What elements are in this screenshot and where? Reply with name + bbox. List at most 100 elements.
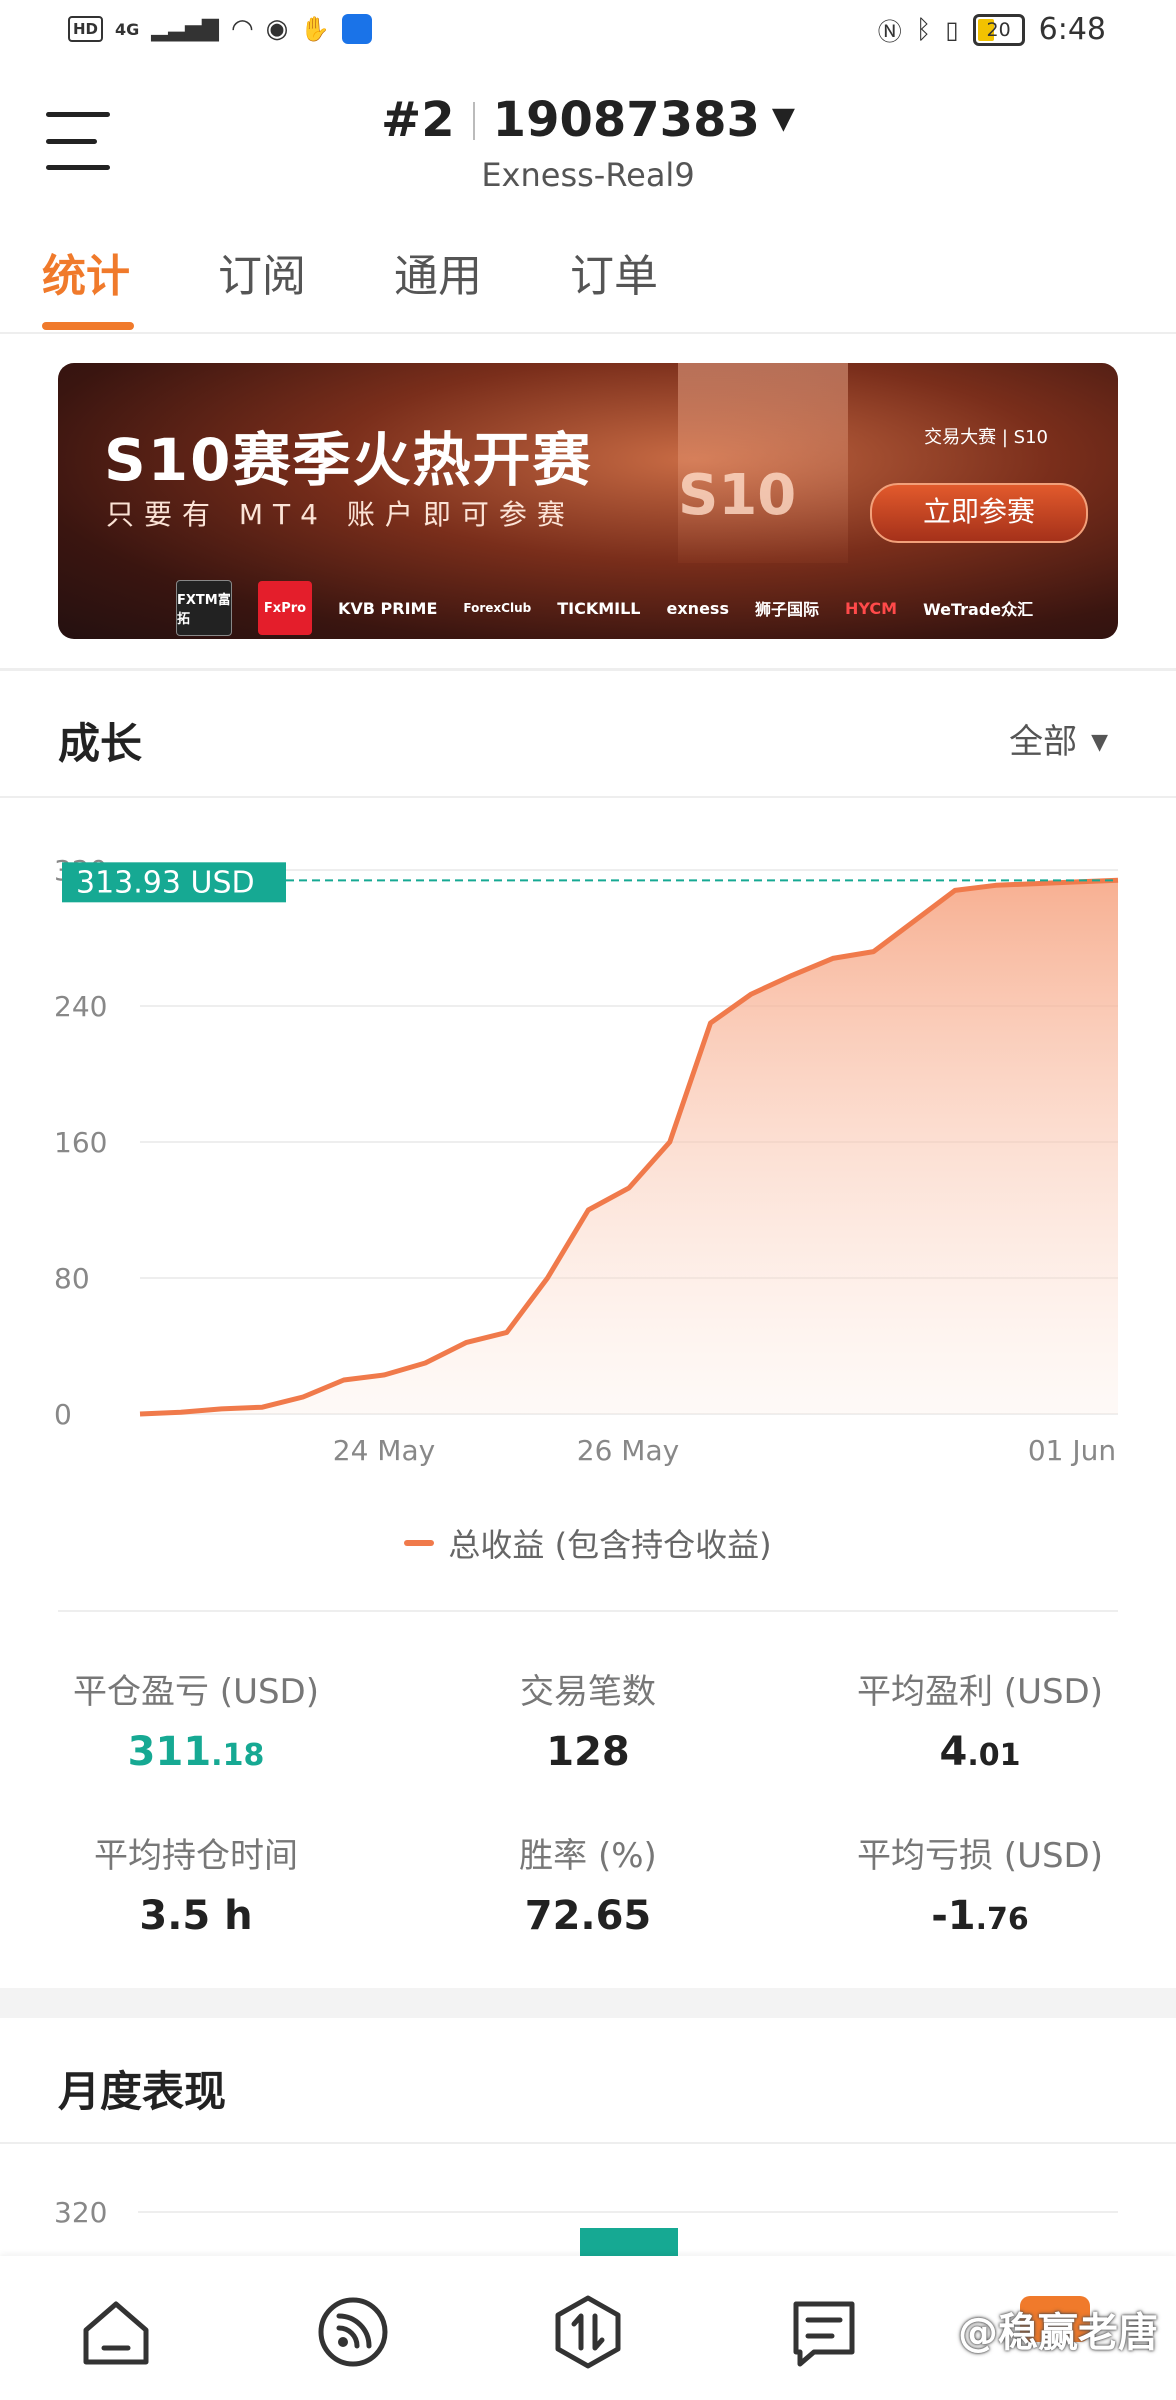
tab-orders[interactable]: 订单 [570, 240, 658, 304]
stat-label: 胜率 (%) [519, 1836, 657, 1876]
stat-cell: 平均持仓时间 3.5 h [0, 1828, 392, 1939]
tab-general[interactable]: 通用 [394, 240, 482, 304]
stat-value: 4.01 [784, 1729, 1176, 1775]
stat-value-int: 3.5 h [139, 1893, 253, 1939]
growth-title: 成长 [58, 719, 143, 768]
banner-subtitle: 只要有 MT4 账户即可参赛 [106, 498, 575, 531]
battery-icon: 20 [972, 13, 1025, 46]
watermark: @稳赢老唐 [958, 2310, 1158, 2356]
eye-icon: ◉ [265, 14, 289, 44]
section-divider [58, 1610, 1118, 1612]
stat-value: 72.65 [392, 1893, 784, 1939]
banner-title: S10赛季火热开赛 [104, 426, 593, 494]
app-notify-icon [342, 14, 373, 44]
stat-label: 平均亏损 (USD) [857, 1836, 1103, 1876]
banner-brand: 交易大赛 | S10 [924, 427, 1048, 448]
join-button[interactable]: 立即参赛 [870, 483, 1088, 543]
stat-value-dec: .01 [967, 1738, 1021, 1773]
wifi-icon: ◠ [230, 14, 254, 44]
series-area [140, 880, 1118, 1414]
bluetooth-icon: ᛒ [915, 14, 932, 45]
y-tick-label: 240 [54, 990, 107, 1023]
section-divider [0, 668, 1176, 671]
chevron-down-icon: ▼ [771, 101, 795, 136]
stat-cell: 交易笔数 128 [392, 1664, 784, 1775]
tab-stats[interactable]: 统计 [42, 240, 130, 304]
server-name: Exness-Real9 [481, 156, 695, 194]
stat-cell: 平仓盈亏 (USD) 311.18 [0, 1664, 392, 1775]
stat-cell: 平均盈利 (USD) 4.01 [784, 1664, 1176, 1775]
notes-icon[interactable] [784, 2292, 864, 2372]
network-indicator: 4G [115, 19, 140, 39]
monthly-title: 月度表现 [58, 2067, 227, 2116]
stat-label: 平仓盈亏 (USD) [73, 1672, 319, 1712]
x-tick-label: 26 May [577, 1434, 679, 1467]
sponsor-logo: FXTM富拓 [176, 580, 232, 636]
account-number: 19087383 [492, 92, 760, 148]
signal-icon[interactable] [313, 2292, 393, 2372]
stat-label: 平均盈利 (USD) [857, 1672, 1103, 1712]
stat-label: 平均持仓时间 [94, 1836, 298, 1876]
sponsor-strip: FXTM富拓 FxPro KVB PRIME ForexClub TICKMIL… [58, 577, 1118, 639]
sponsor-logo: ForexClub [463, 601, 532, 615]
home-icon[interactable] [76, 2292, 156, 2372]
status-left: HD 4G ▂▃▅▇ ◠ ◉ ✋ [68, 14, 373, 44]
legend-swatch [404, 1540, 435, 1546]
stat-value: 3.5 h [0, 1893, 392, 1939]
chevron-down-icon: ▼ [1091, 730, 1108, 755]
stat-cell: 胜率 (%) 72.65 [392, 1828, 784, 1939]
banner-season-logo: S10 [678, 463, 797, 528]
status-bar: HD 4G ▂▃▅▇ ◠ ◉ ✋ Ⓝ ᛒ ▯ 20 6:48 [0, 0, 1176, 70]
sponsor-logo: TICKMILL [557, 598, 641, 618]
y-tick-label: 160 [54, 1126, 107, 1159]
range-filter[interactable]: 全部 ▼ [1009, 714, 1108, 763]
monthly-y-tick: 320 [54, 2196, 108, 2229]
legend-label: 总收益 (包含持仓收益) [448, 1526, 772, 1564]
hd-indicator: HD [68, 16, 104, 42]
section-gap [0, 1988, 1176, 2018]
stat-value-int: -1 [931, 1893, 976, 1939]
sponsor-logo: 狮子国际 [754, 600, 819, 619]
x-tick-label: 01 Jun [1028, 1434, 1116, 1467]
sponsor-logo: WeTrade众汇 [923, 600, 1034, 619]
stat-value-int: 4 [939, 1729, 968, 1775]
current-value-label: 313.93 USD [76, 865, 255, 900]
hand-icon: ✋ [300, 15, 331, 43]
range-filter-label: 全部 [1009, 722, 1078, 762]
growth-chart[interactable]: 080160240320313.93 USD24 May26 May01 Jun [0, 810, 1176, 1510]
tab-indicator [42, 322, 134, 330]
stat-value-dec: .18 [211, 1738, 265, 1773]
stat-cell: 平均亏损 (USD) -1.76 [784, 1828, 1176, 1939]
stat-value: 311.18 [0, 1729, 392, 1775]
sponsor-logo: KVB PRIME [338, 598, 438, 618]
tab-subscribe[interactable]: 订阅 [218, 240, 306, 304]
x-tick-label: 24 May [333, 1434, 435, 1467]
clock: 6:48 [1038, 12, 1106, 47]
stat-value: -1.76 [784, 1893, 1176, 1939]
account-selector[interactable]: #2 19087383 ▼ [0, 92, 1176, 148]
section-divider [0, 2142, 1176, 2144]
y-tick-label: 0 [54, 1398, 72, 1431]
monthly-gridline [138, 2211, 1118, 2213]
signal-icon-status: ▂▃▅▇ [151, 16, 219, 42]
stat-value-int: 72.65 [524, 1893, 652, 1939]
promo-banner[interactable]: S10赛季火热开赛 只要有 MT4 账户即可参赛 S10 交易大赛 | S10 … [58, 363, 1118, 639]
sponsor-logo: exness [666, 598, 729, 618]
tab-bar: 统计 订阅 通用 订单 [0, 240, 1176, 334]
stat-value-dec: .76 [975, 1902, 1029, 1937]
sponsor-logo: FxPro [258, 581, 312, 635]
y-tick-label: 80 [54, 1262, 90, 1295]
stat-label: 交易笔数 [520, 1672, 656, 1712]
chart-legend[interactable]: 总收益 (包含持仓收益) [0, 1520, 1176, 1566]
stat-value-int: 128 [546, 1729, 630, 1775]
monthly-bar[interactable] [580, 2228, 678, 2258]
stat-value-int: 311 [127, 1729, 212, 1775]
sponsor-logo: HYCM [844, 598, 898, 618]
stat-value: 128 [392, 1729, 784, 1775]
section-divider [0, 796, 1176, 798]
nfc-icon: Ⓝ [877, 18, 902, 46]
account-index: #2 [381, 92, 455, 148]
status-right: Ⓝ ᛒ ▯ 20 6:48 [878, 12, 1106, 47]
vibrate-icon: ▯ [945, 15, 959, 44]
trade-icon[interactable] [548, 2292, 628, 2372]
